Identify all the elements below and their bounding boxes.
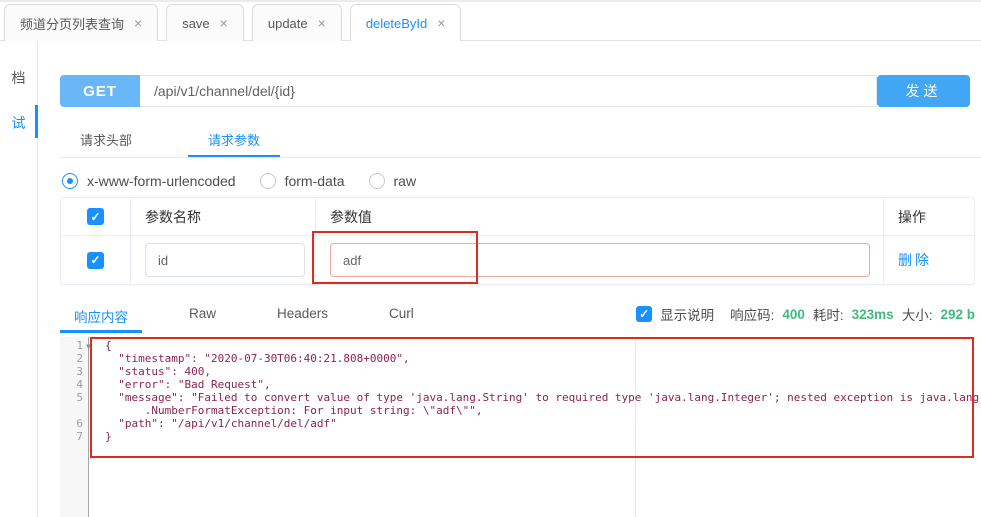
tab-headers[interactable]: Headers bbox=[263, 300, 342, 333]
line-number: 3 bbox=[76, 365, 83, 378]
tab-label: save bbox=[182, 15, 210, 31]
param-value-input[interactable] bbox=[330, 243, 870, 277]
col-param-name: 参数名称 bbox=[131, 198, 316, 235]
duration-label: 耗时: bbox=[812, 308, 844, 323]
param-name-input[interactable] bbox=[145, 243, 305, 277]
code-line: 4 "error": "Bad Request", bbox=[60, 378, 981, 391]
select-all-checkbox[interactable]: ✓ bbox=[87, 208, 104, 225]
url-input[interactable] bbox=[140, 75, 877, 107]
row-checkbox[interactable]: ✓ bbox=[87, 251, 104, 269]
radio-label: raw bbox=[393, 173, 417, 189]
close-icon[interactable]: × bbox=[134, 16, 142, 30]
tab-response-content[interactable]: 响应内容 bbox=[60, 300, 142, 333]
line-number bbox=[60, 404, 89, 417]
line-number: 2 bbox=[76, 352, 83, 365]
code-line: 2 "timestamp": "2020-07-30T06:40:21.808+… bbox=[60, 352, 981, 365]
delete-row-button[interactable]: 删除 bbox=[898, 250, 932, 270]
code-line: 3 "status": 400, bbox=[60, 365, 981, 378]
code-text: .NumberFormatException: For input string… bbox=[105, 404, 483, 417]
status-code-value: 400 bbox=[782, 306, 805, 322]
response-bar: 响应内容 Raw Headers Curl ✓ 显示说明 响应码: 400 耗时… bbox=[60, 300, 975, 333]
debug-panel: GET 发送 请求头部 请求参数 x-www-form-urlencoded f… bbox=[38, 41, 981, 517]
show-desc-checkbox[interactable]: ✓ bbox=[636, 306, 653, 322]
code-text: "error": "Bad Request", bbox=[105, 378, 271, 391]
code-text: "path": "/api/v1/channel/del/adf" bbox=[105, 417, 337, 430]
tab-raw[interactable]: Raw bbox=[175, 300, 230, 333]
code-line: 1 ▼ { bbox=[60, 339, 981, 352]
line-number: 5 bbox=[76, 391, 83, 404]
code-text: } bbox=[105, 430, 112, 443]
tab-curl[interactable]: Curl bbox=[375, 300, 428, 333]
code-text: "message": "Failed to convert value of t… bbox=[105, 391, 980, 404]
tab-request-headers[interactable]: 请求头部 bbox=[60, 126, 152, 157]
radio-icon[interactable] bbox=[259, 173, 276, 189]
tab-deletebyid[interactable]: deleteById × bbox=[349, 4, 462, 41]
close-icon[interactable]: × bbox=[437, 16, 445, 30]
request-section-tabs: 请求头部 请求参数 bbox=[60, 126, 981, 158]
code-line: 7 } bbox=[60, 430, 981, 443]
left-rail: 档 试 bbox=[0, 41, 38, 517]
code-line: 5 "message": "Failed to convert value of… bbox=[60, 391, 981, 404]
radio-form-data[interactable]: form-data bbox=[259, 173, 345, 189]
radio-raw[interactable]: raw bbox=[368, 173, 417, 189]
response-code-editor[interactable]: 1 ▼ { 2 "timestamp": "2020-07-30T06:40:21… bbox=[60, 337, 981, 517]
status-code-label: 响应码: bbox=[730, 308, 775, 323]
tab-channel-page-list[interactable]: 频道分页列表查询 × bbox=[4, 4, 159, 41]
code-line: 6 "path": "/api/v1/channel/del/adf" bbox=[60, 417, 981, 430]
radio-x-www-form-urlencoded[interactable]: x-www-form-urlencoded bbox=[62, 173, 236, 189]
tab-label: 频道分页列表查询 bbox=[20, 16, 125, 32]
close-icon[interactable]: × bbox=[220, 16, 228, 30]
rail-tab-debug[interactable]: 试 bbox=[0, 113, 37, 133]
param-table-header: ✓ 参数名称 参数值 操作 bbox=[61, 198, 974, 236]
tab-label: deleteById bbox=[365, 15, 428, 31]
http-method-badge: GET bbox=[60, 75, 140, 107]
radio-label: form-data bbox=[284, 173, 345, 189]
radio-label: x-www-form-urlencoded bbox=[87, 173, 236, 189]
url-row: GET 发送 bbox=[60, 75, 970, 107]
col-action: 操作 bbox=[898, 208, 926, 225]
table-row: ✓ 删除 bbox=[61, 236, 974, 284]
send-button[interactable]: 发送 bbox=[877, 75, 970, 107]
code-lines: 1 ▼ { 2 "timestamp": "2020-07-30T06:40:21… bbox=[60, 339, 981, 443]
param-table: ✓ 参数名称 参数值 操作 ✓ 删除 bbox=[60, 197, 975, 285]
tab-label: update bbox=[267, 15, 308, 31]
code-line-wrap: .NumberFormatException: For input string… bbox=[60, 404, 981, 417]
col-param-value: 参数值 bbox=[316, 198, 884, 235]
code-text: "timestamp": "2020-07-30T06:40:21.808+00… bbox=[105, 352, 410, 365]
radio-icon[interactable] bbox=[368, 173, 385, 189]
line-number: 4 bbox=[76, 378, 83, 391]
tab-request-params[interactable]: 请求参数 bbox=[188, 126, 281, 157]
tab-update[interactable]: update × bbox=[251, 4, 342, 41]
close-icon[interactable]: × bbox=[318, 16, 326, 30]
duration-value: 323ms bbox=[851, 306, 894, 322]
size-value: 292 b bbox=[940, 306, 975, 322]
request-tab-bar: 频道分页列表查询 × save × update × deleteById × bbox=[0, 2, 981, 41]
code-text: { bbox=[105, 339, 112, 352]
line-number: 7 bbox=[76, 430, 83, 443]
radio-selected-icon[interactable] bbox=[62, 173, 78, 189]
line-number: 1 bbox=[76, 339, 83, 352]
show-desc-label: 显示说明 bbox=[660, 308, 715, 323]
rail-tab-document[interactable]: 档 bbox=[0, 68, 37, 88]
body-type-radios: x-www-form-urlencoded form-data raw bbox=[62, 171, 416, 191]
tab-save[interactable]: save × bbox=[166, 4, 244, 41]
line-number: 6 bbox=[76, 417, 83, 430]
code-text: "status": 400, bbox=[105, 365, 211, 378]
size-label: 大小: bbox=[901, 308, 933, 323]
response-stats: ✓ 显示说明 响应码: 400 耗时: 323ms 大小: 292 b bbox=[636, 304, 975, 324]
